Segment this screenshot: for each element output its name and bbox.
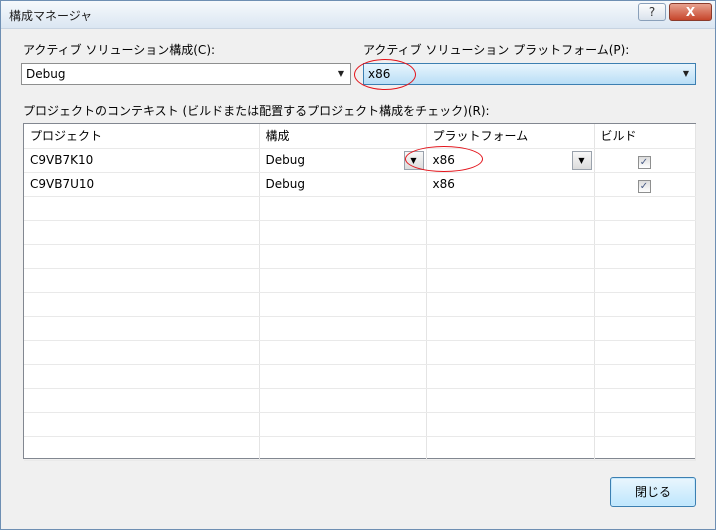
empty-row	[24, 388, 696, 413]
project-context-label: プロジェクトのコンテキスト (ビルドまたは配置するプロジェクト構成をチェック)(…	[23, 104, 490, 118]
header-platform[interactable]: プラットフォーム	[426, 124, 595, 149]
active-config-value: Debug	[26, 67, 66, 81]
empty-row	[24, 268, 696, 293]
empty-row	[24, 196, 696, 221]
table-row[interactable]: C9VB7K10 Debug ▼ x86 ▼ ✓	[24, 148, 696, 173]
active-config-dropdown[interactable]: Debug ▼	[21, 63, 351, 85]
window-close-button[interactable]: X	[669, 3, 712, 21]
config-cell[interactable]: Debug ▼	[259, 148, 427, 173]
active-platform-value: x86	[368, 67, 391, 81]
empty-row	[24, 244, 696, 269]
title-bar[interactable]: 構成マネージャ ? X	[1, 1, 715, 29]
config-cell[interactable]: Debug	[259, 172, 427, 197]
chevron-down-icon: ▼	[682, 69, 690, 78]
platform-cell[interactable]: x86	[426, 172, 595, 197]
chevron-down-icon[interactable]: ▼	[403, 150, 424, 170]
empty-row	[24, 436, 696, 461]
empty-row	[24, 292, 696, 317]
empty-row	[24, 364, 696, 389]
build-cell: ✓	[594, 172, 696, 197]
header-config[interactable]: 構成	[259, 124, 427, 149]
chevron-down-icon: ▼	[337, 69, 345, 78]
project-name: C9VB7U10	[24, 172, 260, 197]
platform-value: x86	[432, 152, 455, 167]
build-checkbox[interactable]: ✓	[637, 180, 651, 193]
build-cell: ✓	[594, 148, 696, 173]
help-button[interactable]: ?	[638, 3, 666, 21]
project-context-grid: プロジェクト 構成 プラットフォーム ビルド C9VB7K10 Debug ▼ …	[23, 123, 696, 461]
empty-row	[24, 340, 696, 365]
header-build[interactable]: ビルド	[594, 124, 696, 149]
empty-row	[24, 220, 696, 245]
close-button[interactable]: 閉じる	[610, 477, 696, 507]
active-config-label: アクティブ ソリューション構成(C):	[23, 43, 216, 57]
empty-row	[24, 412, 696, 437]
active-platform-label: アクティブ ソリューション プラットフォーム(P):	[363, 43, 630, 57]
configuration-manager-window: 構成マネージャ ? X アクティブ ソリューション構成(C): Debug ▼ …	[0, 0, 716, 530]
window-title: 構成マネージャ	[9, 9, 93, 23]
table-row[interactable]: C9VB7U10 Debug x86 ✓	[24, 172, 696, 197]
chevron-down-icon[interactable]: ▼	[571, 150, 592, 170]
config-value: Debug	[265, 152, 305, 167]
header-project[interactable]: プロジェクト	[24, 124, 260, 149]
project-name: C9VB7K10	[24, 148, 260, 173]
active-platform-dropdown[interactable]: x86 ▼	[363, 63, 696, 85]
table-header-row: プロジェクト 構成 プラットフォーム ビルド	[24, 124, 696, 149]
build-checkbox[interactable]: ✓	[637, 156, 651, 169]
empty-row	[24, 316, 696, 341]
platform-cell[interactable]: x86 ▼	[426, 148, 595, 173]
project-table: プロジェクト 構成 プラットフォーム ビルド C9VB7K10 Debug ▼ …	[24, 124, 696, 461]
